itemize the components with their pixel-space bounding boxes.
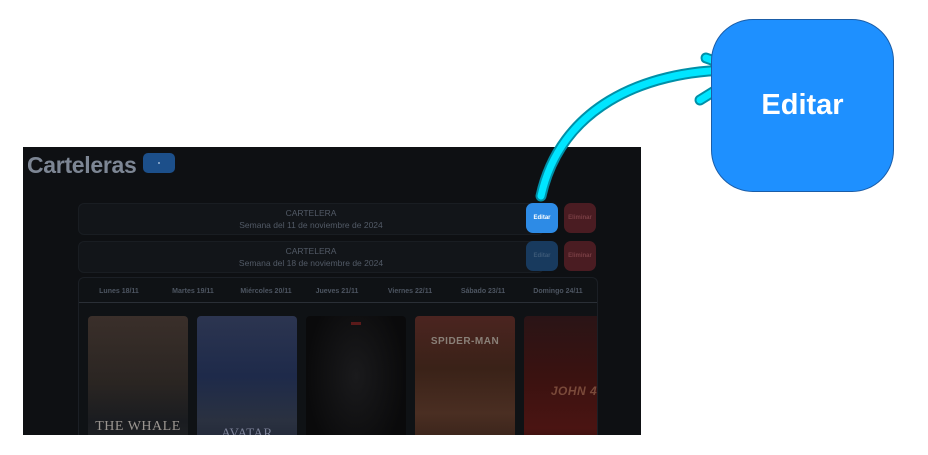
- delete-button[interactable]: Eliminar: [564, 241, 596, 271]
- delete-button[interactable]: Eliminar: [564, 203, 596, 233]
- avatar-movie-poster[interactable]: AVATAR: [197, 316, 297, 435]
- cartelera-item[interactable]: CARTELERA Semana del 11 de noviembre de …: [78, 203, 544, 235]
- tab-domingo[interactable]: Domingo 24/11: [521, 288, 595, 295]
- edit-button[interactable]: Editar: [526, 203, 558, 233]
- cartelera-week: Semana del 11 de noviembre de 2024: [239, 220, 383, 230]
- page-title: Carteleras: [27, 152, 137, 178]
- poster-title: AVATAR: [221, 425, 273, 435]
- app-screenshot: Carteleras CARTELERA Semana del 11 de no…: [23, 147, 641, 435]
- poster-title: SPIDER-MAN: [430, 336, 500, 347]
- tab-lunes[interactable]: Lunes 18/11: [82, 288, 156, 295]
- black-panther-movie-poster[interactable]: [306, 316, 406, 435]
- whale-movie-poster[interactable]: THE WHALE: [88, 316, 188, 435]
- weekly-schedule: Lunes 18/11 Martes 19/11 Miércoles 20/11…: [78, 277, 598, 435]
- tab-jueves[interactable]: Jueves 21/11: [300, 288, 374, 295]
- tab-miercoles[interactable]: Miércoles 20/11: [229, 288, 303, 295]
- cartelera-label: CARTELERA: [285, 208, 337, 218]
- john-wick-movie-poster[interactable]: JOHN 4: [524, 316, 598, 435]
- studio-logo: [351, 322, 361, 325]
- tab-viernes[interactable]: Viernes 22/11: [373, 288, 447, 295]
- tab-martes[interactable]: Martes 19/11: [156, 288, 230, 295]
- poster-title: JOHN 4: [550, 384, 598, 398]
- poster-title: THE WHALE: [95, 419, 181, 434]
- spider-man-movie-poster[interactable]: SPIDER-MAN: [415, 316, 515, 435]
- cartelera-week: Semana del 18 de noviembre de 2024: [238, 258, 384, 268]
- edit-button-callout: Editar: [711, 19, 894, 192]
- day-tabs: Lunes 18/11 Martes 19/11 Miércoles 20/11…: [79, 278, 597, 303]
- cartelera-label: CARTELERA: [285, 246, 337, 256]
- edit-button[interactable]: Editar: [526, 241, 558, 271]
- tab-sabado[interactable]: Sábado 23/11: [446, 288, 520, 295]
- cartelera-item[interactable]: CARTELERA Semana del 18 de noviembre de …: [78, 241, 544, 273]
- add-cartelera-button[interactable]: [143, 153, 175, 173]
